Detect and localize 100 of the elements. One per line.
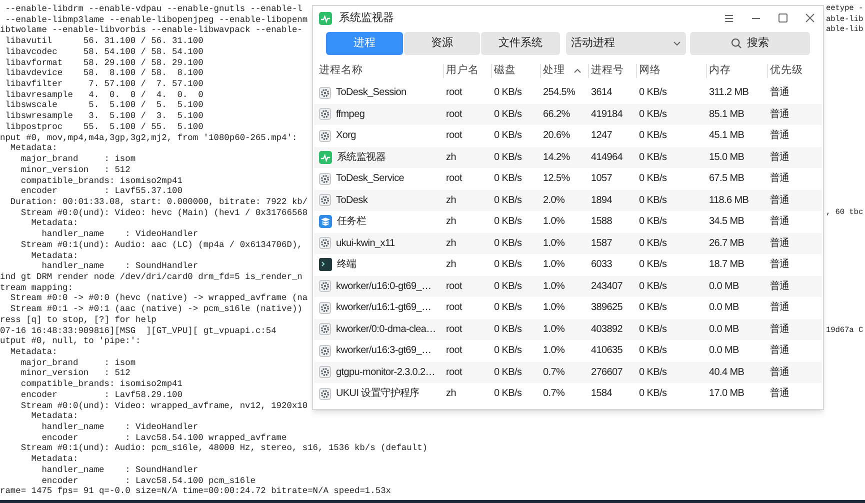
table-cell-text: ukui-kwin_x11 <box>336 236 395 251</box>
terminal-line: utput #0, null, to 'pipe:': <box>0 336 141 346</box>
terminal-line: Metadata: <box>30 411 78 422</box>
column-header[interactable]: 进程号 <box>591 62 624 78</box>
terminal-line: encoder : Lavf55.37.100 <box>20 186 182 196</box>
terminal-line: rame= 1475 fps= 91 q=-0.0 size=N/A time=00:00:24.72 bitrate=N/A speed=1.53x <box>0 486 392 496</box>
process-row[interactable]: kworker/0:0-dma-clea… root 0 KB/s 1.0% 403892 0 KB/s 0.0 MB 普通 <box>314 318 822 340</box>
table-cell-text: 0 KB/s <box>494 150 522 165</box>
process-row[interactable]: ffmpeg root 0 KB/s 66.2% 419184 0 KB/s 85.1 MB 普通 <box>314 104 822 125</box>
table-cell-text: 0.0 MB <box>709 280 739 294</box>
table-cell-text: root <box>446 86 462 100</box>
terminal-line: major_brand : isom <box>20 154 136 164</box>
table-cell-text: 1584 <box>591 387 612 402</box>
table-cell-text: 66.2% <box>543 108 570 122</box>
column-header[interactable]: 处理 <box>543 62 565 78</box>
terminal-line: encoder : Lavc58.54.100 pcm_s16le <box>40 476 256 486</box>
terminal-line: handler_name : SoundHandler <box>40 464 198 475</box>
gear-icon <box>319 280 331 292</box>
table-cell-text: 243407 <box>591 280 623 294</box>
maximize-icon[interactable] <box>778 13 788 23</box>
table-cell-text: 1.0% <box>543 236 565 251</box>
table-cell-text: 1587 <box>591 236 612 251</box>
sort-ascending-icon[interactable] <box>574 68 581 72</box>
table-cell-text: 0 KB/s <box>639 280 667 294</box>
table-cell-text: 1.0% <box>543 344 565 358</box>
table-cell-text: 0 KB/s <box>494 129 522 144</box>
terminal-line: compatible_brands: isomiso2mp41 <box>20 176 182 186</box>
table-cell-text: 任务栏 <box>337 214 366 230</box>
terminal-line: libavdevice 58. 8.100 / 58. 8.100 <box>4 68 204 78</box>
table-cell-text: 0 KB/s <box>639 150 667 165</box>
menu-icon[interactable] <box>724 14 734 22</box>
table-cell-text: 0 KB/s <box>639 129 667 144</box>
table-cell-text: root <box>446 344 462 358</box>
terminal-line: minor_version : 512 <box>20 164 130 175</box>
column-header[interactable]: 优先级 <box>770 62 803 78</box>
table-cell-text: 20.6% <box>543 129 570 144</box>
column-header[interactable]: 进程名称 <box>319 62 363 78</box>
table-cell-text: 67.5 MB <box>709 172 744 186</box>
table-cell-text: 0 KB/s <box>494 215 522 230</box>
table-cell-text: 12.5% <box>543 172 570 186</box>
table-cell-text: zh <box>446 236 456 251</box>
column-header[interactable]: 内存 <box>709 62 731 78</box>
table-cell-text: 419184 <box>591 108 623 122</box>
terminal-line: nput #0, mov,mp4,m4a,3gp,3g2,mj2, from '1080p60-265.mp4': <box>0 132 298 143</box>
table-cell-text: 1.0% <box>543 301 565 316</box>
gear-icon <box>319 323 331 336</box>
terminal-line: --enable-libmp3lame --enable-libopenjpeg --enable-libopenm <box>4 14 308 25</box>
table-cell-text: UKUI 设置守护程序 <box>336 386 420 402</box>
terminal-line: libswscale 5. 5.100 / 5. 5.100 <box>4 100 204 110</box>
terminal-line: libswresample 3. 5.100 / 3. 5.100 <box>4 111 204 122</box>
terminal-line: libavutil 56. 31.100 / 56. 31.100 <box>4 36 204 46</box>
terminal-line: ibtwolame --enable-libvorbis --enable-libwavpack --enable- <box>0 25 302 36</box>
terminal-line: tream mapping: <box>0 282 73 293</box>
terminal-icon <box>319 258 332 272</box>
table-cell-text: 85.1 MB <box>709 108 744 122</box>
tab[interactable]: 资源 <box>404 32 480 55</box>
table-cell-text: 0 KB/s <box>639 258 667 272</box>
table-cell-text: kworker/u16:1-gt69_… <box>336 301 432 316</box>
process-filter-dropdown[interactable]: 活动进程 <box>566 32 686 55</box>
table-cell-text: 0 KB/s <box>639 322 667 337</box>
close-icon[interactable] <box>805 13 815 23</box>
table-cell-text: 普通 <box>770 128 790 144</box>
process-row[interactable]: gtgpu-monitor-2.3.0.2… root 0 KB/s 0.7% 276607 0 KB/s 40.4 MB 普通 <box>314 362 822 383</box>
table-cell-text: 0.0 MB <box>709 344 739 358</box>
terminal-line: ress [q] to stop, [?] for help <box>0 314 156 325</box>
process-row[interactable]: ToDesk zh 0 KB/s 2.0% 1894 0 KB/s 118.6 MB 普通 <box>314 190 822 211</box>
stack-icon <box>319 215 332 228</box>
search-button[interactable]: 搜索 <box>690 32 810 55</box>
gear-icon <box>319 302 331 314</box>
table-cell-text: 0 KB/s <box>639 172 667 186</box>
table-cell-text: 15.0 MB <box>709 150 744 165</box>
column-header[interactable]: 用户名 <box>446 62 479 78</box>
table-cell-text: 0 KB/s <box>494 387 522 402</box>
gear-icon <box>319 237 331 250</box>
terminal-line: Stream #0:1(und): Audio: aac (LC) (mp4a / 0x6134706D), <box>20 240 302 250</box>
table-cell-text: 311.2 MB <box>709 86 749 100</box>
table-cell-text: 3614 <box>591 86 612 100</box>
tab[interactable]: 文件系统 <box>481 32 560 55</box>
table-cell-text: 410635 <box>591 344 623 358</box>
table-cell-text: zh <box>446 258 456 272</box>
process-row[interactable]: kworker/u16:0-gt69_… root 0 KB/s 1.0% 243407 0 KB/s 0.0 MB 普通 <box>314 276 822 297</box>
table-cell-text: 0 KB/s <box>494 236 522 251</box>
table-cell-text: 118.6 MB <box>709 194 749 208</box>
gear-icon <box>319 388 331 400</box>
search-icon <box>730 38 742 49</box>
chevron-icon <box>672 41 681 46</box>
terminal-line: Metadata: <box>9 347 58 357</box>
table-cell-text: 普通 <box>770 194 790 208</box>
terminal-line: Metadata: <box>30 454 78 464</box>
process-row[interactable]: ukui-kwin_x11 zh 0 KB/s 1.0% 1587 0 KB/s 26.7 MB 普通 <box>314 232 822 254</box>
table-cell-text: 终端 <box>337 258 356 272</box>
gear-icon <box>319 130 331 142</box>
column-header[interactable]: 磁盘 <box>494 62 516 78</box>
terminal-line: handler_name : VideoHandler <box>40 229 198 240</box>
column-header[interactable]: 网络 <box>639 62 661 78</box>
gear-icon <box>319 172 331 185</box>
table-cell-text: 普通 <box>770 214 790 230</box>
process-row[interactable]: 系统监视器 zh 0 KB/s 14.2% 414964 0 KB/s 15.0 MB 普通 <box>314 146 822 168</box>
table-cell-text: root <box>446 280 462 294</box>
table-cell-text: 34.5 MB <box>709 215 744 230</box>
